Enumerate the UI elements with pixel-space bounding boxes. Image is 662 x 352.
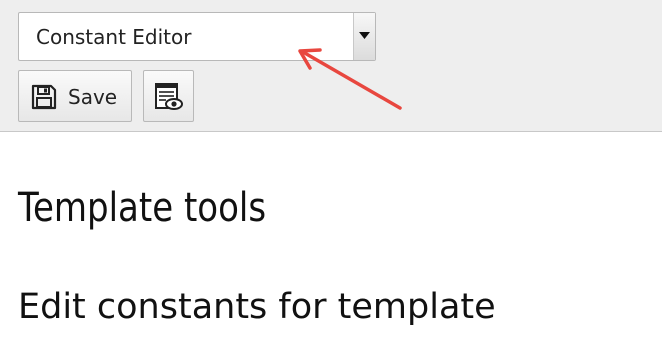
caret-down-icon xyxy=(359,32,370,39)
function-select-toggle[interactable] xyxy=(353,13,375,60)
view-webpage-button[interactable] xyxy=(143,70,194,122)
page-title: Template tools xyxy=(18,185,267,231)
save-button-label: Save xyxy=(68,85,118,109)
docheader-toolbar: Constant Editor Save xyxy=(0,0,662,132)
function-select-value: Constant Editor xyxy=(36,25,192,49)
save-button[interactable]: Save xyxy=(18,70,132,122)
function-select[interactable]: Constant Editor xyxy=(18,12,376,61)
view-webpage-icon xyxy=(154,82,184,116)
save-icon xyxy=(31,84,57,114)
page-subtitle: Edit constants for template xyxy=(18,287,496,327)
